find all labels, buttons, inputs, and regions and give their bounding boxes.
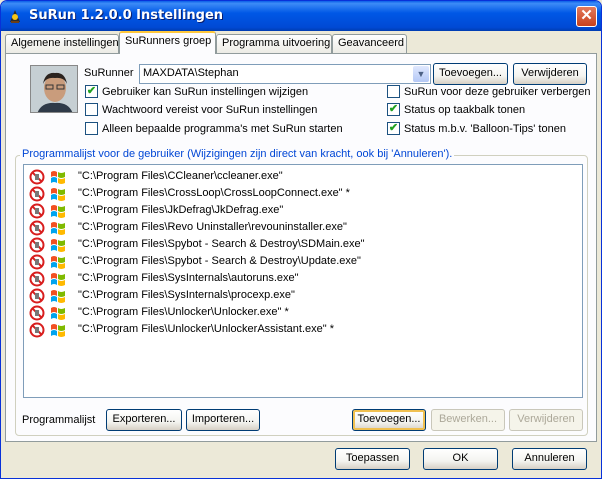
- tab-algemene-instellingen[interactable]: Algemene instellingen: [5, 34, 119, 53]
- program-path: "C:\Program Files\CrossLoop\CrossLoopCon…: [78, 187, 350, 199]
- checkmark-icon: ✔: [388, 103, 399, 115]
- windows-flag-icon: [50, 220, 66, 236]
- windows-flag-icon: [50, 186, 66, 202]
- add-surunner-button[interactable]: Toevoegen...: [433, 63, 508, 85]
- windows-flag-icon: [50, 271, 66, 287]
- checkbox-taskbar-status[interactable]: ✔: [387, 103, 400, 116]
- import-button[interactable]: Importeren...: [186, 409, 260, 431]
- remove-program-button[interactable]: Verwijderen: [509, 409, 583, 431]
- checkbox-restrict-programs[interactable]: [85, 122, 98, 135]
- export-button[interactable]: Exporteren...: [106, 409, 182, 431]
- surunner-select-value: MAXDATA\Stephan: [143, 67, 239, 79]
- program-path: "C:\Program Files\CCleaner\ccleaner.exe": [78, 170, 283, 182]
- no-entry-icon[interactable]: [29, 237, 45, 253]
- surunner-label: SuRunner: [84, 67, 134, 79]
- close-icon: ✕: [580, 7, 593, 24]
- apply-button[interactable]: Toepassen: [335, 448, 410, 470]
- checkmark-icon: ✔: [388, 122, 399, 134]
- cancel-button[interactable]: Annuleren: [512, 448, 587, 470]
- checkbox-label: Alleen bepaalde programma's met SuRun st…: [102, 123, 343, 135]
- tab-label: Geavanceerd: [338, 37, 405, 49]
- windows-flag-icon: [50, 169, 66, 185]
- surun-app-icon: [10, 10, 20, 23]
- program-path: "C:\Program Files\Spybot - Search & Dest…: [78, 255, 361, 267]
- program-path: "C:\Program Files\SysInternals\autoruns.…: [78, 272, 299, 284]
- checkbox-balloon-tips[interactable]: ✔: [387, 122, 400, 135]
- no-entry-icon[interactable]: [29, 322, 45, 338]
- checkbox-label: Status m.b.v. 'Balloon-Tips' tonen: [404, 123, 566, 135]
- remove-surunner-button[interactable]: Verwijderen: [513, 63, 587, 85]
- checkbox-label: Status op taakbalk tonen: [404, 104, 526, 116]
- windows-flag-icon: [50, 237, 66, 253]
- no-entry-icon[interactable]: [29, 203, 45, 219]
- checkbox-label: Gebruiker kan SuRun instellingen wijzige…: [102, 86, 309, 98]
- program-path: "C:\Program Files\Unlocker\UnlockerAssis…: [78, 323, 335, 335]
- tab-label: Programma uitvoering: [222, 37, 331, 49]
- title-bar[interactable]: SuRun 1.2.0.0 Instellingen ✕: [1, 1, 601, 31]
- close-button[interactable]: ✕: [576, 6, 597, 27]
- no-entry-icon[interactable]: [29, 169, 45, 185]
- chevron-down-icon[interactable]: ▼: [413, 66, 429, 82]
- add-program-button[interactable]: Toevoegen...: [352, 409, 426, 431]
- edit-program-button[interactable]: Bewerken...: [431, 409, 505, 431]
- no-entry-icon[interactable]: [29, 220, 45, 236]
- checkbox-label: SuRun voor deze gebruiker verbergen: [404, 86, 591, 98]
- program-list[interactable]: "C:\Program Files\CCleaner\ccleaner.exe"…: [23, 164, 583, 398]
- checkbox-label: Wachtwoord vereist voor SuRun instelling…: [102, 104, 318, 116]
- windows-flag-icon: [50, 305, 66, 321]
- checkbox-allow-change-settings[interactable]: ✔: [85, 85, 98, 98]
- tab-label: SuRunners groep: [125, 35, 212, 47]
- program-path: "C:\Program Files\Spybot - Search & Dest…: [78, 238, 365, 250]
- checkbox-password-required[interactable]: [85, 103, 98, 116]
- ok-button[interactable]: OK: [423, 448, 498, 470]
- program-path: "C:\Program Files\SysInternals\procexp.e…: [78, 289, 295, 301]
- settings-window: SuRun 1.2.0.0 Instellingen ✕ Algemene in…: [0, 0, 602, 479]
- surunner-select[interactable]: MAXDATA\Stephan ▼: [139, 64, 431, 84]
- program-list-title: Programmalijst voor de gebruiker (Wijzig…: [20, 148, 455, 160]
- windows-flag-icon: [50, 203, 66, 219]
- no-entry-icon[interactable]: [29, 271, 45, 287]
- no-entry-icon[interactable]: [29, 288, 45, 304]
- tab-geavanceerd[interactable]: Geavanceerd: [332, 34, 407, 53]
- tab-label: Algemene instellingen: [11, 37, 119, 49]
- program-path: "C:\Program Files\JkDefrag\JkDefrag.exe": [78, 204, 284, 216]
- no-entry-icon[interactable]: [29, 254, 45, 270]
- windows-flag-icon: [50, 288, 66, 304]
- no-entry-icon[interactable]: [29, 186, 45, 202]
- program-list-label: Programmalijst: [22, 414, 96, 426]
- window-title: SuRun 1.2.0.0 Instellingen: [29, 8, 224, 23]
- checkmark-icon: ✔: [86, 85, 97, 97]
- checkbox-hide-surun[interactable]: [387, 85, 400, 98]
- no-entry-icon[interactable]: [29, 305, 45, 321]
- tab-panel-surunners: SuRunner MAXDATA\Stephan ▼ Toevoegen... …: [5, 53, 597, 442]
- tab-surunners-groep[interactable]: SuRunners groep: [119, 31, 216, 54]
- windows-flag-icon: [50, 254, 66, 270]
- program-path: "C:\Program Files\Unlocker\Unlocker.exe"…: [78, 306, 289, 318]
- program-path: "C:\Program Files\Revo Uninstaller\revou…: [78, 221, 347, 233]
- user-photo-icon: [31, 66, 77, 112]
- windows-flag-icon: [50, 322, 66, 338]
- user-avatar: [30, 65, 78, 113]
- tab-programma-uitvoering[interactable]: Programma uitvoering: [216, 34, 332, 53]
